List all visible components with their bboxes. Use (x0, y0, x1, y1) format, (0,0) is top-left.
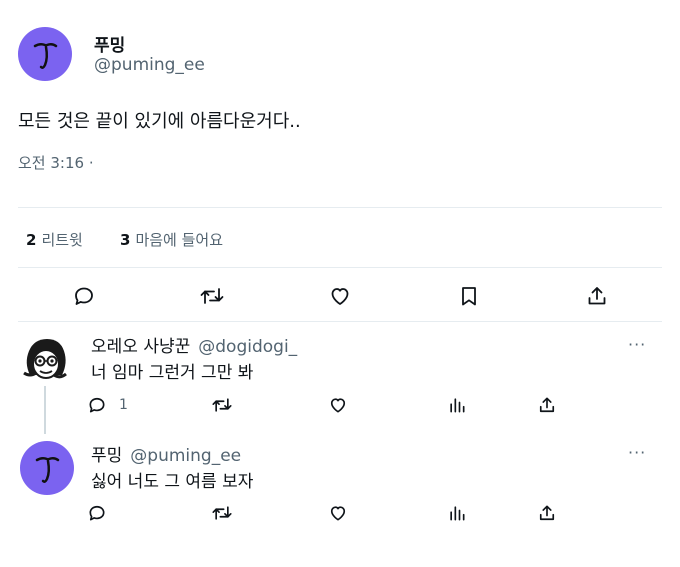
retweet-icon[interactable] (211, 395, 233, 415)
avatar-face-icon (35, 456, 60, 483)
divider (18, 321, 662, 322)
more-options-icon[interactable]: ··· (628, 335, 646, 354)
reply-header: 오레오 사냥꾼 @dogidogi_ (91, 332, 297, 357)
reply-author-handle[interactable]: @puming_ee (130, 446, 241, 466)
cartoon-face-icon (23, 339, 67, 379)
like-stat[interactable]: 3 마음에 들어요 (120, 229, 223, 250)
reply-author-handle[interactable]: @dogidogi_ (198, 337, 297, 357)
author-avatar[interactable] (18, 27, 72, 81)
retweet-count: 2 (26, 231, 37, 249)
divider (18, 207, 662, 208)
share-icon[interactable] (585, 284, 609, 308)
reply-text: 싫어 너도 그 여름 보자 (91, 472, 254, 492)
author-name[interactable]: 푸밍 (94, 31, 125, 56)
reply-header: 푸밍 @puming_ee (91, 441, 241, 466)
reply-author-name[interactable]: 푸밍 (91, 446, 122, 466)
reply-avatar[interactable] (20, 441, 74, 495)
like-icon[interactable] (328, 503, 348, 523)
like-label: 마음에 들어요 (135, 231, 224, 249)
retweet-label: 리트윗 (41, 231, 83, 249)
tweet-timestamp[interactable]: 오전 3:16 · (18, 152, 94, 173)
reply-icon[interactable] (72, 284, 96, 308)
retweet-icon[interactable] (211, 503, 233, 523)
more-options-icon[interactable]: ··· (628, 443, 646, 462)
reply-text: 너 임마 그런거 그만 봐 (91, 363, 254, 383)
reply-icon[interactable] (87, 395, 107, 415)
analytics-icon[interactable] (447, 395, 467, 415)
like-icon[interactable] (328, 395, 348, 415)
retweet-icon[interactable] (199, 284, 225, 308)
share-icon[interactable] (537, 395, 557, 415)
analytics-icon[interactable] (447, 503, 467, 523)
like-count: 3 (120, 231, 131, 249)
reply-icon[interactable] (87, 503, 107, 523)
reply-count: 1 (119, 397, 128, 413)
thread-line (44, 386, 46, 434)
like-icon[interactable] (328, 284, 352, 308)
retweet-stat[interactable]: 2 리트윗 (26, 229, 83, 250)
tweet-text: 모든 것은 끝이 있기에 아름다운거다.. (18, 111, 301, 132)
bookmark-icon[interactable] (457, 284, 481, 308)
author-handle[interactable]: @puming_ee (94, 55, 205, 75)
reply-avatar-cartoon[interactable] (20, 333, 70, 383)
reply-author-name[interactable]: 오레오 사냥꾼 (91, 337, 190, 357)
avatar-face-icon (33, 42, 58, 69)
share-icon[interactable] (537, 503, 557, 523)
divider (18, 267, 662, 268)
